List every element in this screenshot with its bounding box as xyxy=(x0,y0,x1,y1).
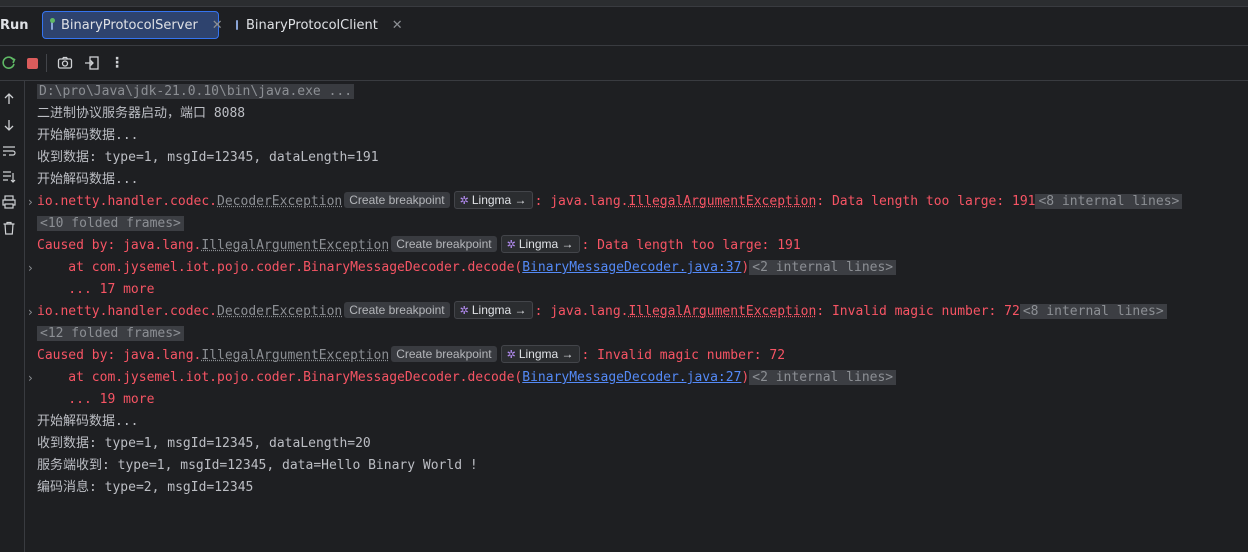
create-breakpoint-button[interactable]: Create breakpoint xyxy=(344,302,450,318)
console-line: D:\pro\Java\jdk-21.0.10\bin\java.exe ... xyxy=(37,81,355,103)
toolbar-separator xyxy=(46,54,47,72)
soft-wrap-icon[interactable] xyxy=(0,142,18,160)
lingma-icon: ✲ xyxy=(459,305,469,317)
exception-package: io.netty.handler.codec. xyxy=(37,194,218,209)
window-top-strip xyxy=(0,0,1248,7)
close-icon[interactable]: ✕ xyxy=(392,18,403,33)
exception-class[interactable]: DecoderException xyxy=(217,304,342,319)
folded-frames-fold[interactable]: <10 folded frames> xyxy=(37,216,184,231)
internal-lines-fold[interactable]: <8 internal lines> xyxy=(1035,194,1183,209)
folded-frames-fold[interactable]: <12 folded frames> xyxy=(37,326,184,341)
rerun-icon[interactable] xyxy=(0,54,18,72)
chevron-right-icon[interactable]: › xyxy=(28,367,33,389)
create-breakpoint-button[interactable]: Create breakpoint xyxy=(344,192,450,208)
camera-icon[interactable] xyxy=(56,54,74,72)
exception-message: : Invalid magic number: 72 xyxy=(581,348,786,363)
close-icon[interactable]: ✕ xyxy=(212,18,223,33)
chevron-right-icon[interactable]: › xyxy=(28,301,33,323)
caused-by-prefix: Caused by: java.lang. xyxy=(37,238,202,253)
caused-by-prefix: Caused by: java.lang. xyxy=(37,348,202,363)
stack-frame-text: at com.jysemel.iot.pojo.coder.BinaryMess… xyxy=(37,370,523,385)
console-line: 开始解码数据... xyxy=(37,414,139,429)
internal-lines-fold[interactable]: <8 internal lines> xyxy=(1019,304,1167,319)
console-line: 收到数据: type=1, msgId=12345, dataLength=19… xyxy=(37,150,379,165)
exception-class[interactable]: IllegalArgumentException xyxy=(201,348,389,363)
console-line: 开始解码数据... xyxy=(37,128,139,143)
exception-class[interactable]: IllegalArgumentException xyxy=(628,304,816,319)
lingma-icon: ✲ xyxy=(506,239,516,251)
lingma-label: Lingma → xyxy=(471,303,527,317)
console-line: 二进制协议服务器启动，端口 8088 xyxy=(37,106,246,121)
exception-message: : Invalid magic number: 72 xyxy=(816,304,1020,319)
run-config-icon xyxy=(236,20,238,30)
lingma-icon: ✲ xyxy=(506,349,516,361)
exception-class[interactable]: DecoderException xyxy=(217,194,342,209)
console-line: 收到数据: type=1, msgId=12345, dataLength=20 xyxy=(37,436,371,451)
exception-text: : java.lang. xyxy=(534,304,629,319)
lingma-button[interactable]: ✲ Lingma → xyxy=(500,345,580,363)
stop-icon[interactable] xyxy=(23,54,41,72)
caused-by-line: Caused by: java.lang.IllegalArgumentExce… xyxy=(37,235,801,257)
run-toolbar: ⋮ xyxy=(0,46,1248,81)
create-breakpoint-button[interactable]: Create breakpoint xyxy=(391,236,497,252)
exception-text: : java.lang. xyxy=(534,194,629,209)
lingma-button[interactable]: ✲ Lingma → xyxy=(453,301,533,319)
caused-by-line: Caused by: java.lang.IllegalArgumentExce… xyxy=(37,345,785,367)
lingma-icon: ✲ xyxy=(459,195,469,207)
scroll-to-end-icon[interactable] xyxy=(0,168,18,186)
arrow-up-icon[interactable] xyxy=(0,90,18,108)
source-link[interactable]: BinaryMessageDecoder.java:37 xyxy=(522,260,741,275)
chevron-right-icon[interactable]: › xyxy=(28,191,33,213)
folded-frames-line: <10 folded frames> xyxy=(37,213,184,235)
exception-class[interactable]: IllegalArgumentException xyxy=(201,238,389,253)
tab-binary-protocol-client[interactable]: BinaryProtocolClient ✕ xyxy=(228,11,403,39)
run-config-icon xyxy=(50,18,55,30)
lingma-button[interactable]: ✲ Lingma → xyxy=(453,191,533,209)
lingma-label: Lingma → xyxy=(518,347,574,361)
tab-binary-protocol-server[interactable]: BinaryProtocolServer ✕ xyxy=(42,11,223,39)
console-side-toolbar xyxy=(0,81,25,552)
lingma-button[interactable]: ✲ Lingma → xyxy=(500,235,580,253)
console-line: 服务端收到: type=1, msgId=12345, data=Hello B… xyxy=(37,458,478,473)
exception-line: › io.netty.handler.codec.DecoderException… xyxy=(28,191,1183,213)
exception-class[interactable]: IllegalArgumentException xyxy=(628,194,816,209)
more-icon[interactable]: ⋮ xyxy=(108,54,126,72)
create-breakpoint-button[interactable]: Create breakpoint xyxy=(391,346,497,362)
stack-frame-line: › at com.jysemel.iot.pojo.coder.BinaryMe… xyxy=(28,367,897,389)
arrow-down-icon[interactable] xyxy=(0,116,18,134)
lingma-label: Lingma → xyxy=(471,193,527,207)
exception-package: io.netty.handler.codec. xyxy=(37,304,218,319)
internal-lines-fold[interactable]: <2 internal lines> xyxy=(749,260,897,275)
tab-label: BinaryProtocolServer xyxy=(61,17,198,33)
stack-frame-line: › at com.jysemel.iot.pojo.coder.BinaryMe… xyxy=(28,257,897,279)
run-label: Run xyxy=(0,18,29,33)
run-tab-bar: Run BinaryProtocolServer ✕ BinaryProtoco… xyxy=(0,7,1248,46)
exception-message: : Data length too large: 191 xyxy=(816,194,1036,209)
print-icon[interactable] xyxy=(0,193,18,211)
lingma-label: Lingma → xyxy=(518,237,574,251)
more-frames-line: ... 17 more xyxy=(37,282,155,297)
stack-frame-text: at com.jysemel.iot.pojo.coder.BinaryMess… xyxy=(37,260,523,275)
source-link[interactable]: BinaryMessageDecoder.java:27 xyxy=(522,370,741,385)
more-frames-line: ... 19 more xyxy=(37,392,155,407)
trash-icon[interactable] xyxy=(0,219,18,237)
folded-frames-line: <12 folded frames> xyxy=(37,323,184,345)
chevron-right-icon[interactable]: › xyxy=(28,257,33,279)
console-line: 开始解码数据... xyxy=(37,172,139,187)
tab-label: BinaryProtocolClient xyxy=(246,17,378,33)
internal-lines-fold[interactable]: <2 internal lines> xyxy=(749,370,897,385)
exit-icon[interactable] xyxy=(83,54,101,72)
exception-line: › io.netty.handler.codec.DecoderException… xyxy=(28,301,1167,323)
command-line[interactable]: D:\pro\Java\jdk-21.0.10\bin\java.exe ... xyxy=(37,84,355,99)
exception-message: : Data length too large: 191 xyxy=(581,238,801,253)
console-line: 编码消息: type=2, msgId=12345 xyxy=(37,480,254,495)
